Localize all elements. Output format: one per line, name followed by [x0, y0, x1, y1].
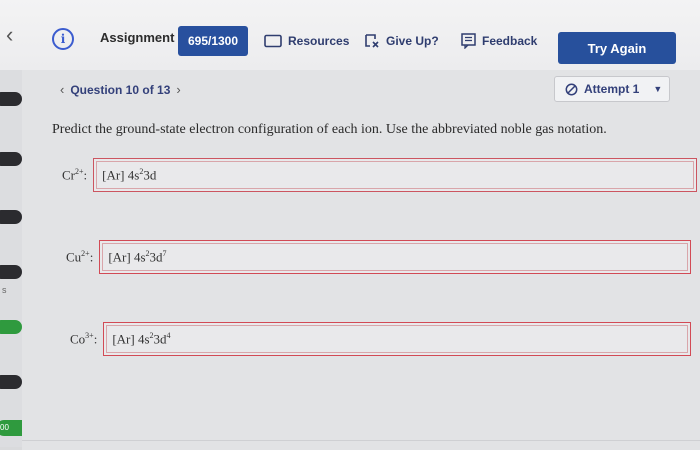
- question-navigator: ‹ Question 10 of 13 ›: [60, 82, 181, 97]
- feedback-button[interactable]: Feedback: [461, 30, 537, 52]
- answer-d-orbital: 3d: [143, 167, 157, 183]
- resources-button[interactable]: Resources: [264, 30, 349, 52]
- answer-row-3: Co3+: [Ar] 4s23d4: [70, 322, 692, 356]
- top-toolbar: ‹ i Assignment Score: 695/1300 Resources…: [0, 0, 700, 71]
- ion-label: Cu2+:: [66, 248, 94, 265]
- score-badge: 695/1300: [178, 26, 248, 56]
- rail-marker[interactable]: [0, 265, 22, 279]
- back-chevron-icon[interactable]: ‹: [6, 22, 13, 48]
- rail-marker[interactable]: [0, 152, 22, 166]
- content-divider: [22, 440, 700, 441]
- give-up-label: Give Up?: [386, 34, 439, 48]
- give-up-icon: [365, 34, 379, 48]
- rail-marker[interactable]: [0, 92, 22, 106]
- question-prompt: Predict the ground-state electron config…: [52, 122, 607, 137]
- answer-input-3[interactable]: [Ar] 4s23d4: [103, 322, 692, 356]
- question-counter: Question 10 of 13: [70, 82, 171, 97]
- answer-input-2[interactable]: [Ar] 4s23d7: [99, 240, 692, 274]
- ion-charge: 2+: [81, 248, 90, 258]
- rail-marker[interactable]: [0, 375, 22, 389]
- resources-label: Resources: [288, 34, 350, 48]
- answer-value: [Ar] 4s23d4: [112, 331, 170, 347]
- attempt-label: Attempt 1: [584, 82, 640, 96]
- answer-row-2: Cu2+: [Ar] 4s23d7: [66, 240, 692, 274]
- dropdown-caret-icon: ▼: [653, 84, 663, 94]
- answer-value: [Ar] 4s23d7: [108, 249, 166, 265]
- answer-core: [Ar] 4s: [108, 249, 146, 265]
- try-again-label: Try Again: [587, 40, 647, 56]
- answer-row-1: Cr2+: [Ar] 4s23d: [62, 158, 698, 192]
- answer-d-orbital: 3d: [149, 249, 163, 265]
- try-again-button[interactable]: Try Again: [558, 32, 676, 64]
- ion-charge: 3+: [85, 330, 94, 340]
- feedback-label: Feedback: [482, 34, 538, 48]
- answer-d-exponent: 7: [162, 248, 167, 258]
- answer-core: [Ar] 4s: [112, 331, 150, 347]
- answer-core: [Ar] 4s: [102, 167, 140, 183]
- answer-d-orbital: 3d: [153, 331, 167, 347]
- answer-d-exponent: 4: [166, 330, 171, 340]
- attempt-dropdown[interactable]: Attempt 1 ▼: [554, 76, 670, 102]
- score-value: 695/1300: [187, 34, 239, 48]
- folder-icon: [264, 34, 282, 48]
- next-question-icon[interactable]: ›: [176, 82, 180, 97]
- ion-symbol: Cr: [62, 167, 75, 183]
- rail-marker[interactable]: [0, 210, 22, 224]
- answer-value: [Ar] 4s23d: [102, 167, 156, 183]
- left-progress-rail: [0, 70, 22, 447]
- info-icon[interactable]: i: [52, 28, 74, 50]
- give-up-button[interactable]: Give Up?: [364, 30, 439, 52]
- ion-label: Cr2+:: [62, 166, 88, 183]
- ion-symbol: Cu: [66, 249, 82, 265]
- ion-label: Co3+:: [70, 330, 98, 347]
- ion-symbol: Co: [70, 331, 86, 347]
- rail-tick-text: s: [2, 285, 7, 295]
- previous-question-icon[interactable]: ‹: [60, 82, 64, 97]
- feedback-icon: [461, 33, 476, 49]
- ion-charge: 2+: [75, 166, 84, 176]
- rail-marker-complete[interactable]: [0, 320, 22, 334]
- attempt-status-icon: [565, 83, 578, 95]
- rail-score-text: 00: [0, 423, 9, 432]
- answer-input-1[interactable]: [Ar] 4s23d: [93, 158, 698, 192]
